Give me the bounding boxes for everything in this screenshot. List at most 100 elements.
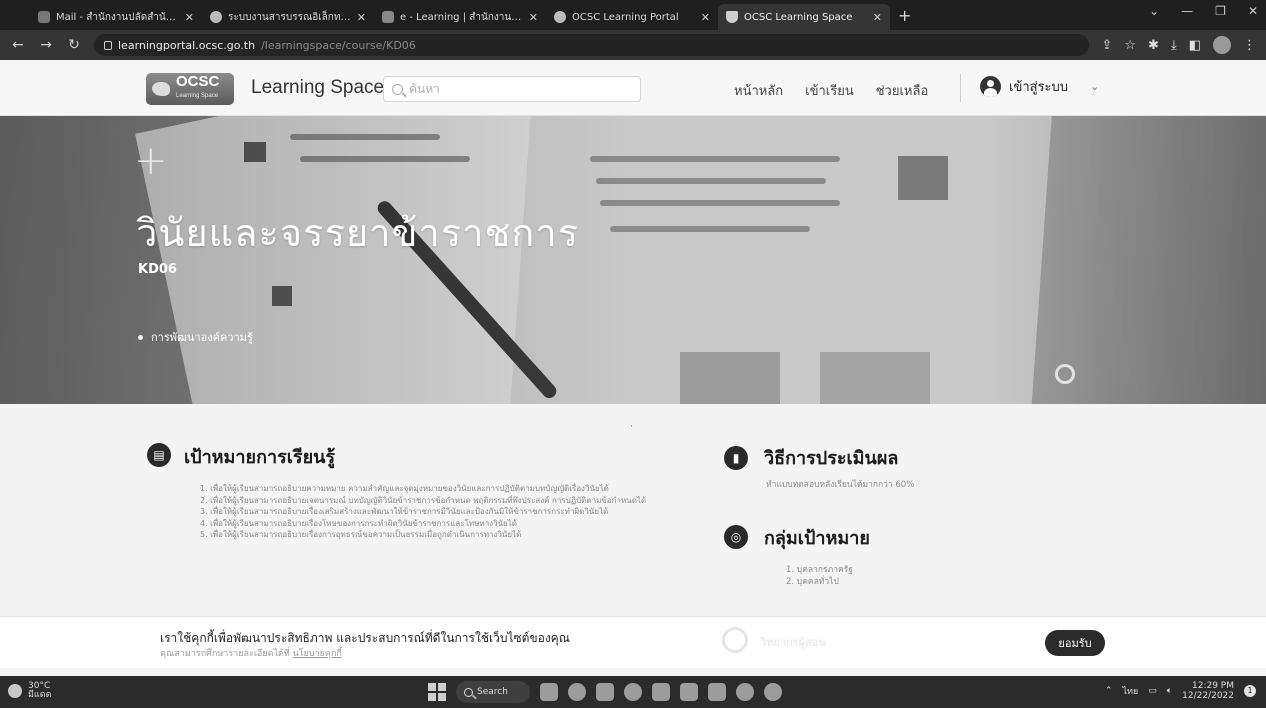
evaluation-text: ทำแบบทดสอบหลังเรียนได้มากกว่า 60%	[766, 480, 915, 490]
bird-icon	[152, 82, 170, 96]
outlook-icon	[38, 11, 50, 23]
word-icon[interactable]	[708, 683, 726, 701]
weather-widget[interactable]: 30°C มีแดด	[8, 682, 51, 700]
messenger-icon[interactable]	[764, 683, 782, 701]
site-header: OCSC Learning Space Learning Space หน้าหล…	[0, 60, 1266, 116]
search-icon	[392, 83, 403, 95]
accept-cookie-button[interactable]: ยอมรับ	[1045, 630, 1105, 656]
browser-tab[interactable]: Mail - สำนักงานปลัดสำนักงานศาล ✕	[30, 4, 202, 30]
volume-icon[interactable]: 🔈︎	[1167, 686, 1172, 696]
cookie-subtext: คุณสามารถศึกษารายละเอียดได้ที่ นโยบายคุก…	[160, 646, 342, 660]
close-tab-icon[interactable]: ✕	[357, 11, 366, 24]
chrome-icon[interactable]	[736, 683, 754, 701]
taskbar-search[interactable]: Search	[456, 681, 530, 703]
taskbar-apps: Search	[428, 681, 782, 703]
chevron-down-icon[interactable]: ⌄	[1090, 80, 1099, 93]
address-bar-row: ← → ↻ learningportal.ocsc.go.th/learning…	[0, 30, 1266, 60]
target-icon: ◎	[724, 525, 748, 549]
task-view-icon[interactable]	[540, 683, 558, 701]
chevron-up-icon[interactable]: ⌃	[1105, 686, 1113, 696]
star-icon[interactable]: ☆	[1124, 38, 1136, 53]
close-tab-icon[interactable]: ✕	[185, 11, 194, 24]
browser-tab[interactable]: e - Learning | สำนักงาน ก.พ. (OCS ✕	[374, 4, 546, 30]
calendar-icon[interactable]	[596, 683, 614, 701]
login-button[interactable]: เข้าสู่ระบบ ⌄	[980, 76, 1099, 97]
system-tray: ⌃ ไทย ▭ 🔈︎ 12:29 PM 12/22/2022 1	[1105, 681, 1256, 701]
search-input[interactable]	[409, 82, 619, 96]
course-category: การพัฒนาองค์ความรู้	[138, 328, 253, 346]
store-icon[interactable]	[652, 683, 670, 701]
taskbar-search-label: Search	[477, 687, 508, 697]
annotation-mark: ·	[630, 422, 633, 432]
language-indicator[interactable]: ไทย	[1122, 684, 1138, 698]
restore-icon[interactable]: ❐	[1215, 4, 1226, 18]
tab-title: Mail - สำนักงานปลัดสำนักงานศาล	[56, 11, 179, 23]
brand-title: Learning Space	[251, 77, 385, 98]
profile-avatar[interactable]	[1213, 36, 1231, 54]
chevron-down-icon[interactable]: ⌄	[1149, 4, 1159, 18]
url-path: /learningspace/course/KD06	[261, 38, 416, 52]
evaluation-title: วิธีการประเมินผล	[764, 448, 899, 469]
main-nav: หน้าหลัก เข้าเรียน ช่วยเหลือ	[734, 80, 928, 101]
close-icon[interactable]: ✕	[1248, 4, 1258, 18]
category-label: การพัฒนาองค์ความรู้	[151, 331, 253, 344]
cookie-sub-label: คุณสามารถศึกษารายละเอียดได้ที่	[160, 649, 290, 659]
clipboard-icon: ▤	[147, 443, 171, 467]
menu-dots-icon[interactable]: ⋮	[1243, 38, 1256, 53]
page-bottom	[0, 668, 1266, 676]
list-item: 3. เพื่อให้ผู้เรียนสามารถอธิบายเรื่องเสร…	[200, 507, 609, 516]
objectives-title: เป้าหมายการเรียนรู้	[184, 447, 336, 468]
download-icon[interactable]: ⤓	[1171, 38, 1177, 53]
browser-toolbar: ⇪ ☆ ✱ ⤓ ◧ ⋮	[1101, 36, 1256, 54]
flask-icon	[726, 11, 738, 23]
course-hero: + วินัยและจรรยาข้าราชการ KD06 การพัฒนาอง…	[0, 116, 1266, 404]
notification-icon[interactable]: 1	[1244, 685, 1256, 697]
file-explorer-icon[interactable]	[680, 683, 698, 701]
ocsc-icon	[554, 11, 566, 23]
bullet-icon	[138, 334, 143, 340]
sidepanel-icon[interactable]: ◧	[1189, 38, 1201, 53]
ocsc-logo[interactable]: OCSC Learning Space	[146, 73, 234, 105]
nav-home[interactable]: หน้าหลัก	[734, 80, 783, 101]
list-item: 1. บุคลากรภาครัฐ	[786, 565, 853, 575]
forward-arrow-icon[interactable]: →	[38, 37, 54, 53]
instructor-icon	[722, 627, 748, 653]
windows-start-icon[interactable]	[428, 683, 446, 701]
url-host: learningportal.ocsc.go.th	[118, 38, 256, 52]
tab-title: ระบบงานสารบรรณอิเล็กทรอนิกส์	[228, 11, 351, 23]
share-icon[interactable]: ⇪	[1101, 38, 1112, 53]
browser-tab[interactable]: OCSC Learning Portal ✕	[546, 4, 718, 30]
browser-tab-active[interactable]: OCSC Learning Space ✕	[718, 4, 890, 30]
edge-icon[interactable]	[624, 683, 642, 701]
login-label: เข้าสู่ระบบ	[1009, 80, 1069, 95]
grid-icon	[382, 11, 394, 23]
close-tab-icon[interactable]: ✕	[529, 11, 538, 24]
url-field[interactable]: learningportal.ocsc.go.th/learningspace/…	[94, 34, 1090, 56]
network-icon[interactable]: ▭	[1148, 686, 1157, 696]
new-tab-button[interactable]: +	[898, 6, 911, 25]
logo-subtext: Learning Space	[176, 93, 219, 99]
nav-learn[interactable]: เข้าเรียน	[805, 80, 854, 101]
back-arrow-icon[interactable]: ←	[10, 37, 26, 53]
chart-icon: ▮	[724, 446, 748, 470]
search-box	[383, 76, 641, 102]
browser-tab-strip: Mail - สำนักงานปลัดสำนักงานศาล ✕ ระบบงาน…	[0, 0, 1266, 30]
reload-icon[interactable]: ↻	[66, 37, 82, 53]
taskbar: 30°C มีแดด Search ⌃ ไทย ▭ 🔈︎ 12:29 PM 12/2…	[0, 676, 1266, 708]
extensions-icon[interactable]: ✱	[1148, 38, 1159, 53]
cookie-policy-link[interactable]: นโยบายคุกกี้	[293, 649, 342, 659]
clock-time: 12:29 PM	[1192, 681, 1234, 691]
search-icon	[464, 687, 473, 697]
browser-tab[interactable]: ระบบงานสารบรรณอิเล็กทรอนิกส์ ✕	[202, 4, 374, 30]
close-tab-icon[interactable]: ✕	[873, 11, 882, 24]
clock[interactable]: 12:29 PM 12/22/2022	[1182, 681, 1234, 701]
list-item: 1. เพื่อให้ผู้เรียนสามารถอธิบายความหมาย …	[200, 484, 609, 493]
lock-icon	[104, 40, 112, 50]
close-tab-icon[interactable]: ✕	[701, 11, 710, 24]
minimize-icon[interactable]: —	[1181, 4, 1193, 18]
logo-text: OCSC Learning Space	[176, 74, 219, 103]
chat-icon[interactable]	[568, 683, 586, 701]
nav-help[interactable]: ช่วยเหลือ	[876, 80, 929, 101]
course-title: วินัยและจรรยาข้าราชการ	[136, 211, 580, 255]
course-details: · ▤ เป้าหมายการเรียนรู้ 1. เพื่อให้ผู้เร…	[0, 404, 1266, 616]
